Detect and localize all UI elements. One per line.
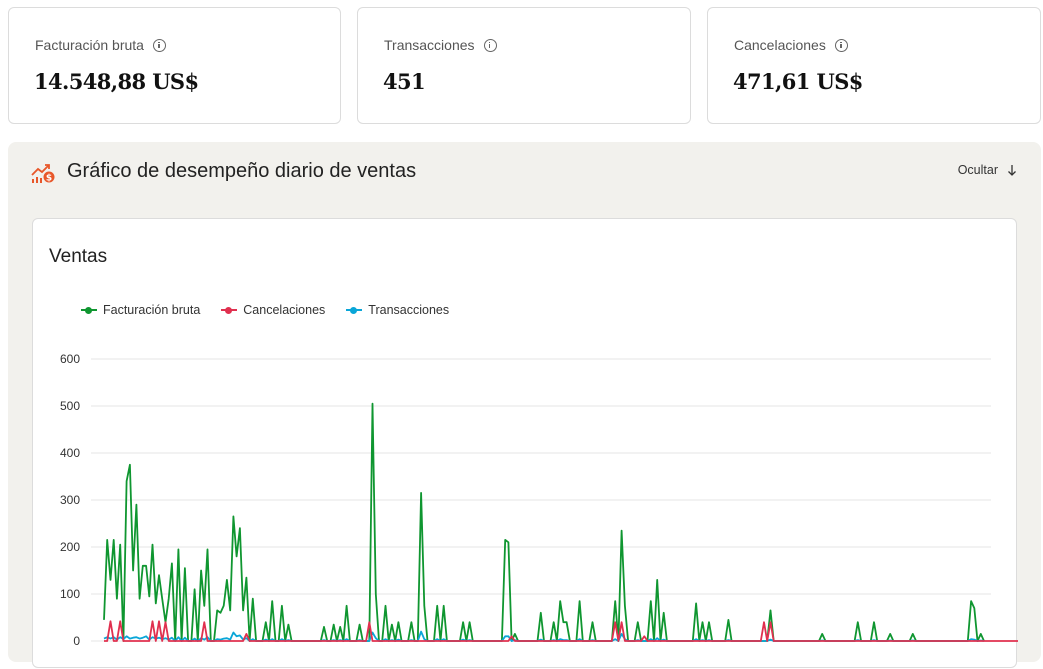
hide-chart-button[interactable]: Ocultar: [958, 163, 1017, 177]
panel-title: Gráfico de desempeño diario de ventas: [67, 160, 417, 182]
info-icon[interactable]: [152, 38, 166, 52]
kpi-label: Cancelaciones: [734, 37, 826, 53]
y-tick-label: 500: [60, 399, 80, 413]
kpi-value: 451: [383, 69, 426, 94]
sales-performance-panel: $ Gráfico de desempeño diario de ventas …: [8, 142, 1041, 668]
series-line-gross-billing: [103, 402, 985, 642]
sales-line-chart: 0 100 200 300 400 500 600: [60, 352, 1018, 648]
kpi-card-cancellations: Cancelaciones 471,61 US$: [707, 7, 1041, 124]
svg-text:$: $: [46, 174, 52, 184]
y-tick-label: 600: [60, 352, 80, 366]
sales-trend-icon: $: [31, 164, 55, 184]
y-tick-label: 400: [60, 446, 80, 460]
kpi-label: Transacciones: [384, 37, 475, 53]
kpi-value: 14.548,88 US$: [34, 69, 199, 94]
kpi-card-transactions: Transacciones 451: [357, 7, 691, 124]
y-tick-label: 100: [60, 587, 80, 601]
info-icon[interactable]: [483, 38, 497, 52]
y-tick-label: 200: [60, 540, 80, 554]
kpi-value: 471,61 US$: [733, 69, 863, 94]
arrow-down-icon: [1008, 165, 1016, 176]
kpi-label: Facturación bruta: [35, 37, 144, 53]
info-icon[interactable]: [834, 38, 848, 52]
y-tick-label: 0: [73, 634, 80, 648]
y-tick-label: 300: [60, 493, 80, 507]
sales-chart-card: Ventas Facturación bruta Cancelaciones T…: [32, 218, 1018, 668]
kpi-card-gross-billing: Facturación bruta 14.548,88 US$: [8, 7, 341, 124]
hide-label: Ocultar: [957, 163, 998, 177]
